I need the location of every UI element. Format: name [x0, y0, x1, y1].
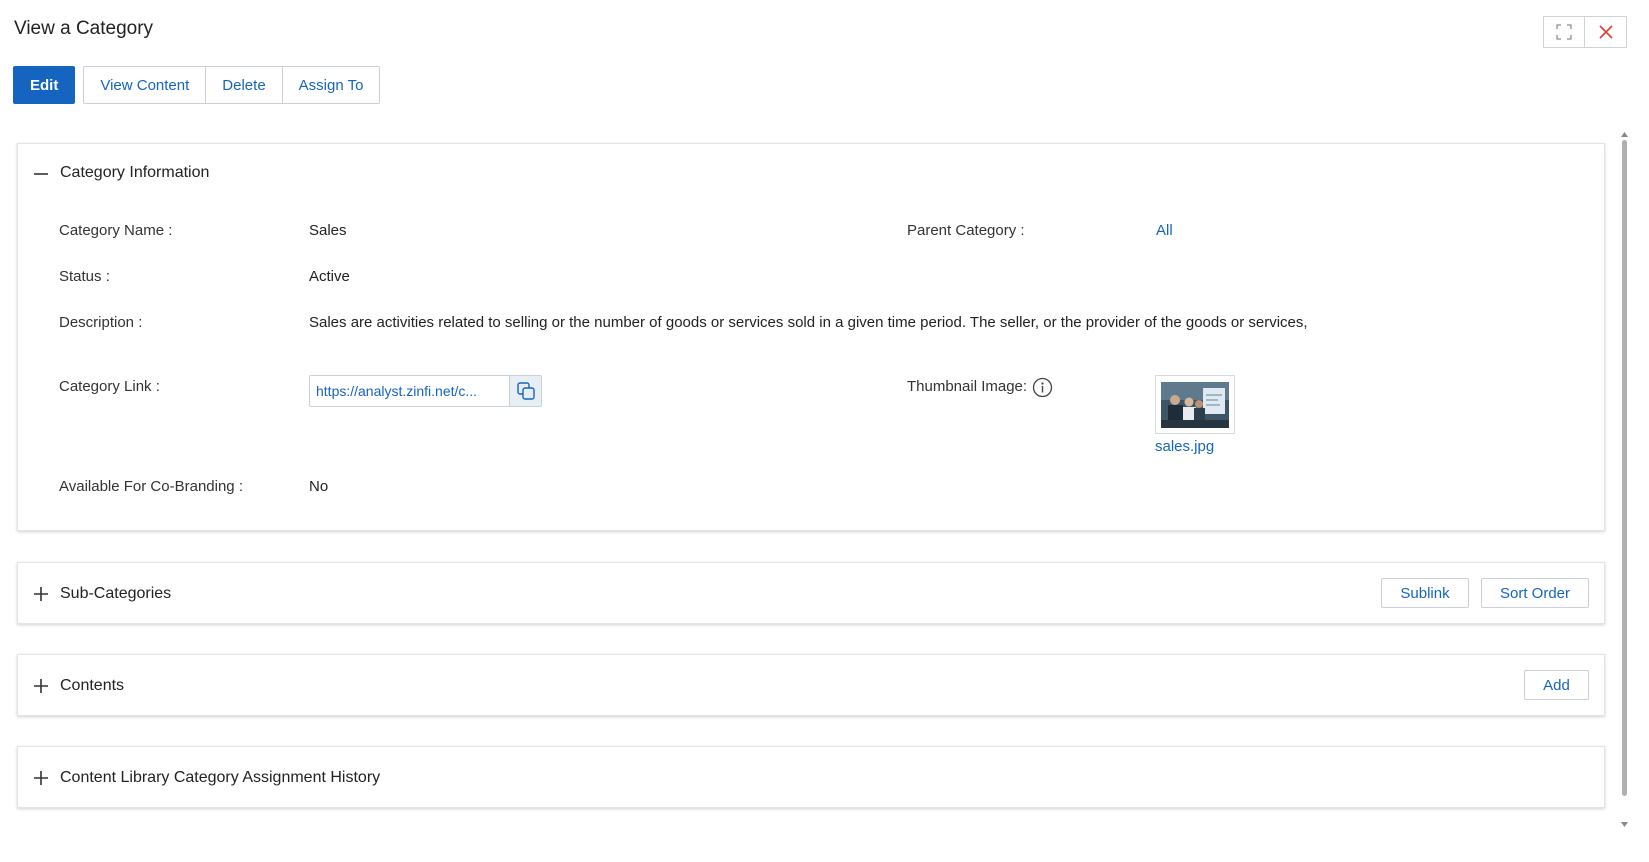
expand-plus-icon[interactable] [33, 770, 49, 786]
scrollbar-thumb[interactable] [1622, 140, 1627, 796]
sublink-button[interactable]: Sublink [1381, 578, 1469, 608]
parent-category-link[interactable]: All [1156, 222, 1173, 239]
close-icon [1598, 25, 1613, 39]
thumbnail-image-label: Thumbnail Image: [907, 378, 1028, 395]
toolbar: Edit View Content Delete Assign To [13, 66, 381, 104]
expand-icon [1556, 24, 1572, 40]
view-content-button[interactable]: View Content [84, 67, 207, 103]
assignment-history-panel: Content Library Category Assignment Hist… [17, 746, 1605, 808]
category-name-value: Sales [309, 222, 347, 239]
delete-button[interactable]: Delete [206, 67, 283, 103]
parent-category-label: Parent Category : [907, 222, 1025, 239]
category-name-label: Category Name : [59, 222, 173, 239]
collapse-icon[interactable] [33, 166, 49, 182]
expand-plus-icon[interactable] [33, 586, 49, 602]
thumbnail-image [1161, 381, 1229, 428]
edit-button[interactable]: Edit [13, 66, 76, 104]
close-button[interactable] [1585, 16, 1627, 48]
category-information-header[interactable]: Category Information [18, 144, 1604, 204]
contents-panel: Contents Add [17, 654, 1605, 716]
category-information-panel: Category Information [17, 143, 1605, 531]
contents-title: Contents [60, 677, 125, 694]
sub-categories-panel: Sub-Categories Sublink Sort Order [17, 562, 1605, 624]
page-title: View a Category [14, 18, 154, 39]
copy-icon [516, 382, 535, 400]
description-value: Sales are activities related to selling … [309, 314, 1308, 331]
add-content-button[interactable]: Add [1524, 670, 1589, 700]
thumbnail-file-link[interactable]: sales.jpg [1155, 438, 1214, 455]
scroll-down-arrow[interactable] [1619, 820, 1629, 828]
assign-to-button[interactable]: Assign To [283, 67, 380, 103]
sub-categories-header[interactable]: Sub-Categories [18, 563, 1604, 623]
copy-link-button[interactable] [509, 376, 541, 406]
sub-categories-title: Sub-Categories [60, 585, 172, 602]
expand-button[interactable] [1543, 16, 1585, 48]
action-button-group: View Content Delete Assign To [83, 66, 381, 104]
assignment-history-header[interactable]: Content Library Category Assignment Hist… [18, 747, 1604, 807]
status-label: Status : [59, 268, 110, 285]
category-link-field: https://analyst.zinfi.net/c... [309, 375, 542, 407]
description-label: Description : [59, 314, 143, 331]
sort-order-button[interactable]: Sort Order [1481, 578, 1589, 608]
category-information-title: Category Information [60, 164, 210, 181]
assignment-history-title: Content Library Category Assignment Hist… [60, 769, 381, 786]
window-controls [1543, 16, 1627, 48]
category-link-value[interactable]: https://analyst.zinfi.net/c... [310, 376, 509, 406]
co-branding-label: Available For Co-Branding : [59, 478, 243, 495]
category-link-label: Category Link : [59, 378, 160, 395]
scroll-up-arrow[interactable] [1619, 130, 1629, 138]
status-value: Active [309, 268, 350, 285]
contents-header[interactable]: Contents [18, 655, 1604, 715]
info-icon[interactable] [1032, 377, 1053, 398]
thumbnail-preview[interactable] [1155, 375, 1235, 434]
co-branding-value: No [309, 478, 329, 495]
expand-plus-icon[interactable] [33, 678, 49, 694]
